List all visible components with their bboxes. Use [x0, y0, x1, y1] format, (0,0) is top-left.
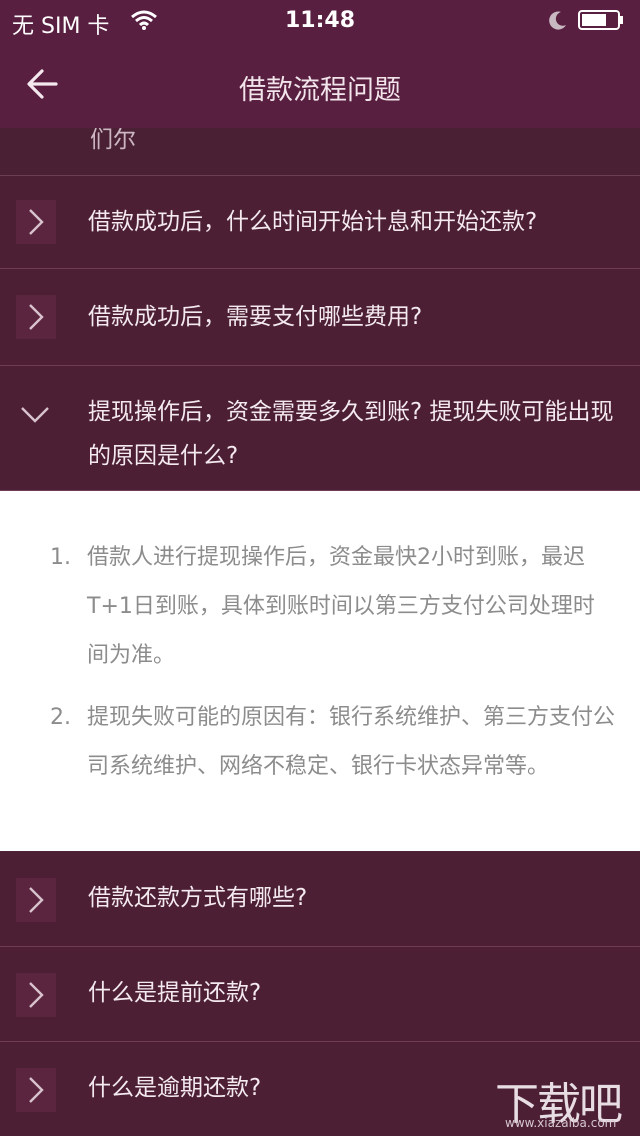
chevron-right-icon [16, 1068, 56, 1112]
chevron-right-icon [16, 973, 56, 1017]
faq-item[interactable]: 什么是提前还款? [0, 947, 640, 1042]
nav-bar: 借款流程问题 [0, 40, 640, 128]
faq-item[interactable]: 借款成功后，什么时间开始计息和开始还款? [0, 176, 640, 269]
chevron-right-icon [16, 295, 56, 339]
moon-icon [549, 11, 566, 30]
faq-list: 们尔 借款成功后，什么时间开始计息和开始还款? 借款成功后，需要支付哪些费用? … [0, 128, 640, 1136]
faq-item[interactable]: 借款还款方式有哪些? [0, 852, 640, 947]
chevron-right-icon [16, 200, 56, 244]
page-title: 借款流程问题 [239, 75, 401, 106]
faq-question: 什么是提前还款? [88, 980, 262, 1006]
faq-question: 提现操作后，资金需要多久到账? 提现失败可能出现的原因是什么? [88, 399, 614, 469]
status-time: 11:48 [284, 8, 356, 33]
status-bar: 无 SIM 卡 11:48 [0, 0, 640, 40]
list-item[interactable]: 们尔 [0, 128, 640, 176]
faq-item[interactable]: 借款成功后，需要支付哪些费用? [0, 269, 640, 366]
answer-point-text: 借款人进行提现操作后，资金最快2小时到账，最迟T+1日到账，具体到账时间以第三方… [87, 545, 595, 668]
faq-question: 借款成功后，需要支付哪些费用? [88, 304, 423, 330]
chevron-down-icon [16, 392, 56, 436]
faq-question: 借款成功后，什么时间开始计息和开始还款? [88, 209, 538, 235]
faq-answer: 1. 借款人进行提现操作后，资金最快2小时到账，最迟T+1日到账，具体到账时间以… [0, 491, 640, 851]
faq-question: 借款还款方式有哪些? [88, 885, 308, 911]
battery-icon [578, 10, 623, 30]
answer-point-number: 2. [50, 705, 71, 730]
watermark-logo: 下载吧 www.xiazaiba.com [495, 1068, 635, 1134]
chevron-right-icon [16, 878, 56, 922]
faq-item-expanded[interactable]: 提现操作后，资金需要多久到账? 提现失败可能出现的原因是什么? [0, 366, 640, 491]
answer-point-number: 1. [50, 545, 71, 570]
watermark-url: www.xiazaiba.com [505, 1116, 617, 1130]
answer-point-text: 提现失败可能的原因有：银行系统维护、第三方支付公司系统维护、网络不稳定、银行卡状… [87, 705, 616, 779]
list-item-text: 们尔 [90, 128, 136, 153]
